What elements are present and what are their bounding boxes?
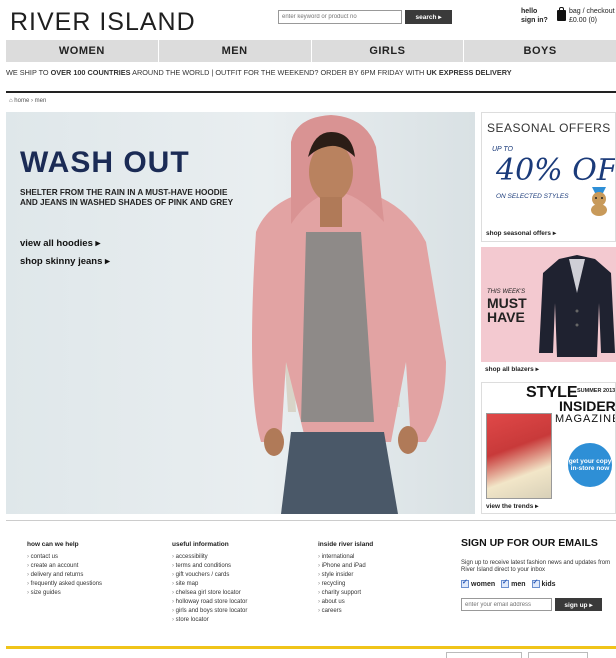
bottom-tab-2[interactable] bbox=[528, 652, 588, 658]
footer-link-charity[interactable]: charity support bbox=[318, 589, 366, 598]
shop-all-blazers-link[interactable]: shop all blazers ▸ bbox=[485, 365, 539, 373]
sign-up-button[interactable]: sign up ▸ bbox=[555, 598, 602, 611]
footer-link-girls-boys[interactable]: girls and boys store locator bbox=[172, 607, 248, 616]
view-all-hoodies-link[interactable]: view all hoodies ▸ bbox=[20, 238, 100, 249]
style-insider-panel[interactable]: STYLE SUMMER 2013 INSIDER MAGAZINE get y… bbox=[481, 382, 616, 514]
help-column-title: how can we help bbox=[27, 541, 79, 548]
checkbox-women[interactable]: women bbox=[461, 578, 496, 588]
signup-preferences: women men kids bbox=[461, 578, 556, 588]
summer-label: SUMMER 2013 bbox=[577, 388, 616, 394]
footer-link-accessibility[interactable]: accessibility bbox=[172, 553, 247, 562]
footer-link-site-map[interactable]: site map bbox=[172, 580, 247, 589]
bag-total: £0.00 (0) bbox=[569, 17, 598, 24]
footer-divider bbox=[6, 520, 616, 521]
footer-link-holloway-road[interactable]: holloway road store locator bbox=[172, 598, 248, 607]
bottom-tab-1[interactable] bbox=[446, 652, 522, 658]
search-input[interactable] bbox=[278, 10, 402, 24]
checkbox-kids-label: kids bbox=[541, 580, 556, 588]
logo[interactable]: RIVER ISLAND bbox=[10, 8, 196, 37]
footer-link-faq[interactable]: frequently asked questions bbox=[27, 580, 102, 589]
dog-illustration bbox=[591, 187, 607, 216]
footer-link-recycling[interactable]: recycling bbox=[318, 580, 366, 589]
promo-banner[interactable]: WE SHIP TO OVER 100 COUNTRIES AROUND THE… bbox=[6, 68, 616, 77]
checkbox-kids-box[interactable] bbox=[531, 578, 540, 588]
help-links: contact us create an account delivery an… bbox=[27, 553, 102, 598]
have-text: HAVE bbox=[487, 309, 525, 325]
checkbox-men-label: men bbox=[511, 580, 526, 588]
offer-upto: UP TO bbox=[492, 146, 514, 153]
promo-bold-2: UK EXPRESS DELIVERY bbox=[426, 68, 512, 77]
footer-link-store-locator[interactable]: store locator bbox=[172, 616, 247, 625]
main-nav: WOMEN MEN GIRLS BOYS bbox=[6, 40, 616, 62]
checkbox-men-box[interactable] bbox=[501, 578, 510, 588]
useful-column-title: useful information bbox=[172, 541, 229, 548]
breadcrumb-home[interactable]: home bbox=[14, 98, 29, 104]
must-text: MUST bbox=[487, 295, 527, 311]
breadcrumb-current: men bbox=[34, 98, 47, 104]
promo-text-2: AROUND THE WORLD | OUTFIT FOR THE WEEKEN… bbox=[130, 68, 427, 77]
footer-link-careers[interactable]: careers bbox=[318, 607, 366, 616]
home-icon[interactable]: ⌂ bbox=[9, 98, 13, 104]
bottom-bar bbox=[6, 646, 616, 657]
offer-selected-styles: ON SELECTED STYLES bbox=[496, 193, 569, 200]
footer-link-gift-vouchers[interactable]: gift vouchers / cards bbox=[172, 571, 247, 580]
checkbox-kids[interactable]: kids bbox=[531, 578, 556, 588]
bag-icon[interactable] bbox=[557, 7, 566, 21]
nav-men[interactable]: MEN bbox=[159, 40, 312, 62]
footer-link-size-guides[interactable]: size guides bbox=[27, 589, 102, 598]
blazer-image bbox=[539, 255, 615, 357]
footer-link-international[interactable]: international bbox=[318, 553, 366, 562]
must-have-title: MUST HAVE bbox=[487, 296, 527, 324]
footer-link-terms[interactable]: terms and conditions bbox=[172, 562, 247, 571]
hero-subtitle: SHELTER FROM THE RAIN IN A MUST-HAVE HOO… bbox=[20, 188, 234, 207]
nav-girls[interactable]: GIRLS bbox=[312, 40, 465, 62]
account-greeting: hello sign in? bbox=[521, 7, 548, 25]
footer-link-iphone-ipad[interactable]: iPhone and iPad bbox=[318, 562, 366, 571]
shop-seasonal-offers-link[interactable]: shop seasonal offers ▸ bbox=[486, 229, 556, 237]
seasonal-offers-title: SEASONAL OFFERS bbox=[487, 121, 611, 135]
nav-boys[interactable]: BOYS bbox=[464, 40, 616, 62]
view-the-trends-link[interactable]: view the trends ▸ bbox=[486, 502, 538, 510]
nav-women[interactable]: WOMEN bbox=[6, 40, 159, 62]
email-field[interactable] bbox=[461, 598, 552, 611]
footer-link-about-us[interactable]: about us bbox=[318, 598, 366, 607]
get-your-copy-badge: get your copy in-store now bbox=[568, 443, 612, 487]
must-have-panel[interactable]: THIS WEEK'S MUST HAVE shop all blazers ▸ bbox=[481, 247, 616, 377]
magazine-cover-image bbox=[486, 413, 552, 499]
inside-column-title: inside river island bbox=[318, 541, 374, 548]
useful-links: accessibility terms and conditions gift … bbox=[172, 553, 248, 625]
checkbox-women-box[interactable] bbox=[461, 578, 469, 588]
signup-description: Sign up to receive latest fashion news a… bbox=[461, 560, 611, 573]
breadcrumb-separator: › bbox=[30, 98, 33, 104]
signup-title: SIGN UP FOR OUR EMAILS bbox=[461, 537, 598, 549]
shop-skinny-jeans-link[interactable]: shop skinny jeans ▸ bbox=[20, 256, 110, 267]
sign-in-link[interactable]: sign in? bbox=[521, 16, 548, 25]
magazine-text: MAGAZINE bbox=[555, 413, 616, 425]
bag-summary[interactable]: bag / checkout £0.00 (0) bbox=[569, 7, 615, 25]
promo-text-1: WE SHIP TO bbox=[6, 68, 51, 77]
hello-text: hello bbox=[521, 8, 538, 15]
insider-text: INSIDER bbox=[559, 398, 616, 414]
search-button[interactable]: search ▸ bbox=[405, 10, 452, 24]
bag-label[interactable]: bag / checkout bbox=[569, 7, 615, 16]
checkbox-men[interactable]: men bbox=[501, 578, 526, 588]
footer-link-delivery-returns[interactable]: delivery and returns bbox=[27, 571, 102, 580]
breadcrumb: ⌂ home › men bbox=[9, 98, 46, 104]
header-divider bbox=[6, 91, 616, 93]
checkbox-women-label: women bbox=[471, 580, 496, 588]
footer-link-create-account[interactable]: create an account bbox=[27, 562, 102, 571]
promo-bold-1: OVER 100 COUNTRIES bbox=[50, 68, 131, 77]
footer-link-contact-us[interactable]: contact us bbox=[27, 553, 102, 562]
hero-title: WASH OUT bbox=[20, 146, 190, 179]
inside-links: international iPhone and iPad style insi… bbox=[318, 553, 366, 616]
footer-link-chelsea-girl[interactable]: chelsea girl store locator bbox=[172, 589, 247, 598]
seasonal-offers-panel[interactable]: SEASONAL OFFERS UP TO 40% OFF ON SELECTE… bbox=[481, 112, 616, 242]
footer-link-style-insider[interactable]: style insider bbox=[318, 571, 366, 580]
